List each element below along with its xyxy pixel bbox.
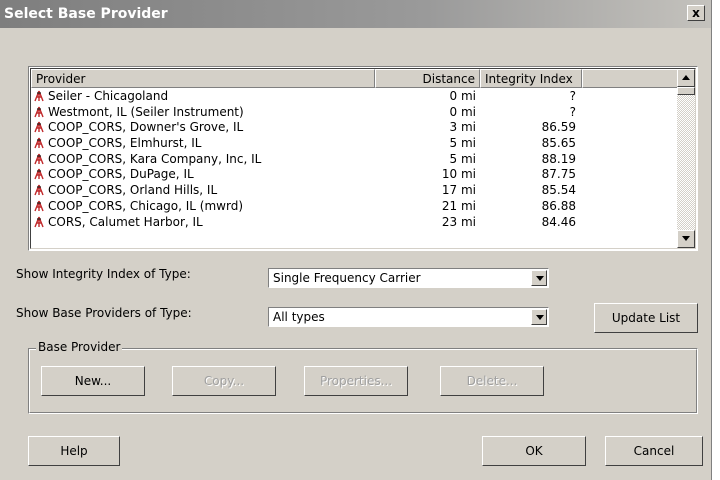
integrity-type-value: Single Frequency Carrier	[273, 271, 421, 285]
arrow-up-icon	[682, 75, 690, 80]
close-button[interactable]: x	[687, 5, 705, 21]
provider-cell: Seiler - Chicagoland	[33, 89, 168, 103]
scroll-thumb[interactable]	[677, 87, 695, 95]
provider-name: COOP_CORS, Kara Company, Inc, IL	[48, 151, 262, 166]
table-row[interactable]: COOP_CORS, Kara Company, Inc, IL 5 mi 88.1…	[31, 152, 679, 168]
distance-cell: 17 mi	[441, 183, 476, 198]
column-header-blank	[582, 69, 679, 88]
integrity-cell: 85.54	[541, 183, 576, 198]
list-header: Provider Distance Integrity Index	[31, 69, 681, 88]
provider-cell: Westmont, IL (Seiler Instrument)	[33, 105, 244, 119]
table-row[interactable]: COOP_CORS, Elmhurst, IL 5 mi 85.65	[31, 136, 679, 152]
delete-button[interactable]: Delete...	[440, 366, 544, 396]
provider-type-value: All types	[273, 310, 325, 324]
window-title: Select Base Provider	[4, 6, 168, 22]
scroll-up-button[interactable]	[677, 69, 695, 87]
help-button[interactable]: Help	[28, 436, 120, 466]
integrity-type-select[interactable]: Single Frequency Carrier	[268, 268, 549, 288]
provider-name: COOP_CORS, Elmhurst, IL	[48, 136, 202, 151]
copy-button[interactable]: Copy...	[172, 366, 276, 396]
provider-name: COOP_CORS, Downer's Grove, IL	[48, 120, 244, 135]
column-header-distance[interactable]: Distance	[375, 69, 480, 88]
integrity-cell: 84.46	[541, 214, 576, 229]
distance-cell: 10 mi	[441, 167, 476, 182]
distance-cell: 21 mi	[441, 198, 476, 213]
distance-cell: 5 mi	[449, 151, 476, 166]
integrity-cell: 87.75	[541, 167, 576, 182]
chevron-down-icon	[536, 276, 544, 281]
provider-list[interactable]: Provider Distance Integrity Index Seiler…	[28, 66, 698, 251]
integrity-type-label: Show Integrity Index of Type:	[16, 267, 191, 281]
provider-type-label: Show Base Providers of Type:	[16, 306, 192, 320]
cancel-button[interactable]: Cancel	[605, 436, 703, 466]
integrity-cell: ?	[569, 104, 576, 119]
integrity-cell: 88.19	[541, 151, 576, 166]
distance-cell: 0 mi	[449, 89, 476, 103]
provider-type-select[interactable]: All types	[268, 307, 549, 327]
table-row[interactable]: COOP_CORS, Orland Hills, IL 17 mi 85.54	[31, 183, 679, 199]
provider-cell: COOP_CORS, Downer's Grove, IL	[33, 120, 243, 134]
provider-cell: CORS, Calumet Harbor, IL	[33, 215, 203, 229]
provider-cell: COOP_CORS, Orland Hills, IL	[33, 183, 217, 197]
table-row[interactable]: COOP_CORS, Chicago, IL (mwrd) 21 mi 86.88	[31, 199, 679, 215]
provider-name: CORS, Calumet Harbor, IL	[48, 214, 203, 229]
distance-cell: 3 mi	[449, 120, 476, 135]
provider-cell: COOP_CORS, Elmhurst, IL	[33, 136, 201, 150]
dialog-window: Select Base Provider x Provider Distance…	[0, 0, 712, 480]
antenna-icon	[34, 169, 44, 180]
provider-name: Westmont, IL (Seiler Instrument)	[48, 104, 244, 119]
integrity-cell: 86.59	[541, 120, 576, 135]
vertical-scrollbar[interactable]	[677, 69, 695, 248]
antenna-icon	[34, 122, 44, 133]
scroll-down-button[interactable]	[677, 230, 695, 248]
close-icon: x	[692, 6, 700, 20]
new-button[interactable]: New...	[41, 366, 145, 396]
provider-name: Seiler - Chicagoland	[48, 89, 169, 103]
list-rows: Seiler - Chicagoland 0 mi? Westmont, IL (S…	[31, 89, 679, 230]
column-header-integrity[interactable]: Integrity Index	[480, 69, 582, 88]
chevron-down-icon	[536, 315, 544, 320]
table-row[interactable]: CORS, Calumet Harbor, IL 23 mi 84.46	[31, 215, 679, 231]
integrity-cell: 86.88	[541, 198, 576, 213]
distance-cell: 23 mi	[441, 214, 476, 229]
integrity-cell: 85.65	[541, 136, 576, 151]
integrity-cell: ?	[569, 89, 576, 103]
properties-button[interactable]: Properties...	[304, 366, 408, 396]
update-list-button[interactable]: Update List	[594, 303, 698, 333]
antenna-icon	[34, 216, 44, 227]
provider-cell: COOP_CORS, Kara Company, Inc, IL	[33, 152, 261, 166]
title-bar[interactable]: Select Base Provider x	[0, 0, 711, 28]
antenna-icon	[34, 153, 44, 165]
table-row[interactable]: Westmont, IL (Seiler Instrument) 0 mi?	[31, 105, 679, 121]
provider-name: COOP_CORS, Chicago, IL (mwrd)	[48, 198, 244, 213]
ok-button[interactable]: OK	[482, 436, 586, 466]
antenna-icon	[34, 184, 44, 196]
provider-cell: COOP_CORS, DuPage, IL	[33, 167, 194, 181]
table-row[interactable]: Seiler - Chicagoland 0 mi?	[31, 89, 679, 105]
integrity-type-dropdown-button[interactable]	[531, 270, 547, 286]
arrow-down-icon	[682, 236, 690, 241]
provider-cell: COOP_CORS, Chicago, IL (mwrd)	[33, 199, 243, 213]
table-row[interactable]: COOP_CORS, Downer's Grove, IL 3 mi 86.59	[31, 120, 679, 136]
antenna-icon	[34, 200, 44, 212]
provider-name: COOP_CORS, DuPage, IL	[48, 167, 194, 182]
antenna-icon	[34, 106, 44, 117]
base-provider-group-label: Base Provider	[36, 340, 123, 354]
column-header-provider[interactable]: Provider	[31, 69, 375, 88]
table-row[interactable]: COOP_CORS, DuPage, IL 10 mi 87.75	[31, 167, 679, 183]
antenna-icon	[34, 90, 44, 102]
antenna-icon	[34, 137, 44, 149]
provider-type-dropdown-button[interactable]	[531, 309, 547, 325]
provider-name: COOP_CORS, Orland Hills, IL	[48, 183, 218, 198]
provider-list-inner: Provider Distance Integrity Index Seiler…	[30, 68, 696, 249]
distance-cell: 0 mi	[449, 104, 476, 119]
distance-cell: 5 mi	[449, 136, 476, 151]
